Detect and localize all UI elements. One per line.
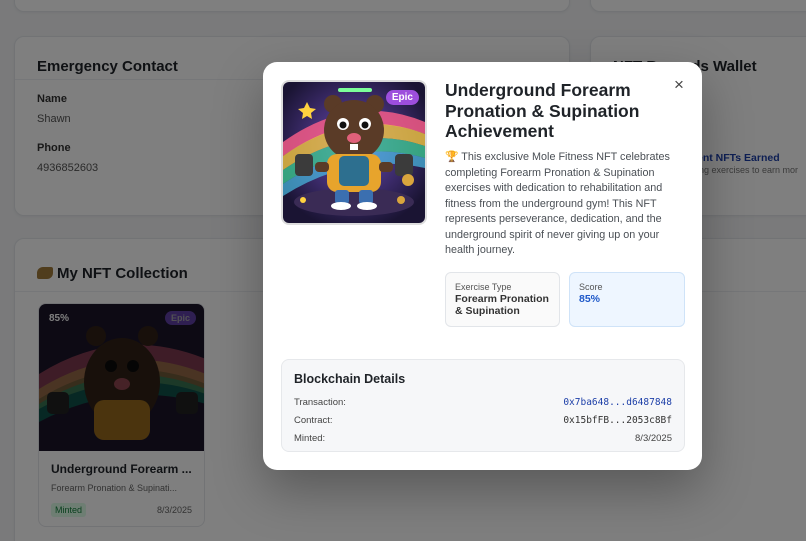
transaction-hash-link[interactable]: 0x7ba648...d6487848 bbox=[563, 397, 672, 408]
transaction-label: Transaction: bbox=[294, 396, 346, 408]
blockchain-details-title: Blockchain Details bbox=[294, 372, 406, 386]
contract-label: Contract: bbox=[294, 414, 333, 426]
transaction-row: Transaction: 0x7ba648...d6487848 bbox=[294, 393, 672, 411]
contract-address: 0x15bfFB...2053c8Bf bbox=[563, 414, 672, 426]
score-value: 85% bbox=[579, 293, 601, 305]
nft-artwork: Epic bbox=[281, 80, 427, 225]
modal-title: Underground Forearm Pronation & Supinati… bbox=[445, 80, 640, 141]
minted-date: 8/3/2025 bbox=[635, 432, 672, 444]
rarity-badge: Epic bbox=[385, 90, 419, 105]
exercise-type-label: Exercise Type bbox=[455, 282, 512, 292]
score-label: Score bbox=[579, 282, 603, 292]
exercise-type-value: Forearm Pronation & Supination bbox=[455, 293, 549, 317]
exercise-type-stat: Exercise Type Forearm Pronation & Supina… bbox=[445, 272, 560, 327]
modal-description: 🏆 This exclusive Mole Fitness NFT celebr… bbox=[445, 151, 670, 256]
minted-label: Minted: bbox=[294, 432, 326, 444]
minted-row: Minted: 8/3/2025 bbox=[294, 429, 672, 447]
blockchain-details-panel: Blockchain Details Transaction: 0x7ba648… bbox=[281, 359, 685, 452]
contract-row: Contract: 0x15bfFB...2053c8Bf bbox=[294, 411, 672, 429]
score-stat: Score 85% bbox=[569, 272, 685, 327]
nft-detail-modal: × Epic Underground Forearm Pronation & S… bbox=[263, 62, 702, 470]
